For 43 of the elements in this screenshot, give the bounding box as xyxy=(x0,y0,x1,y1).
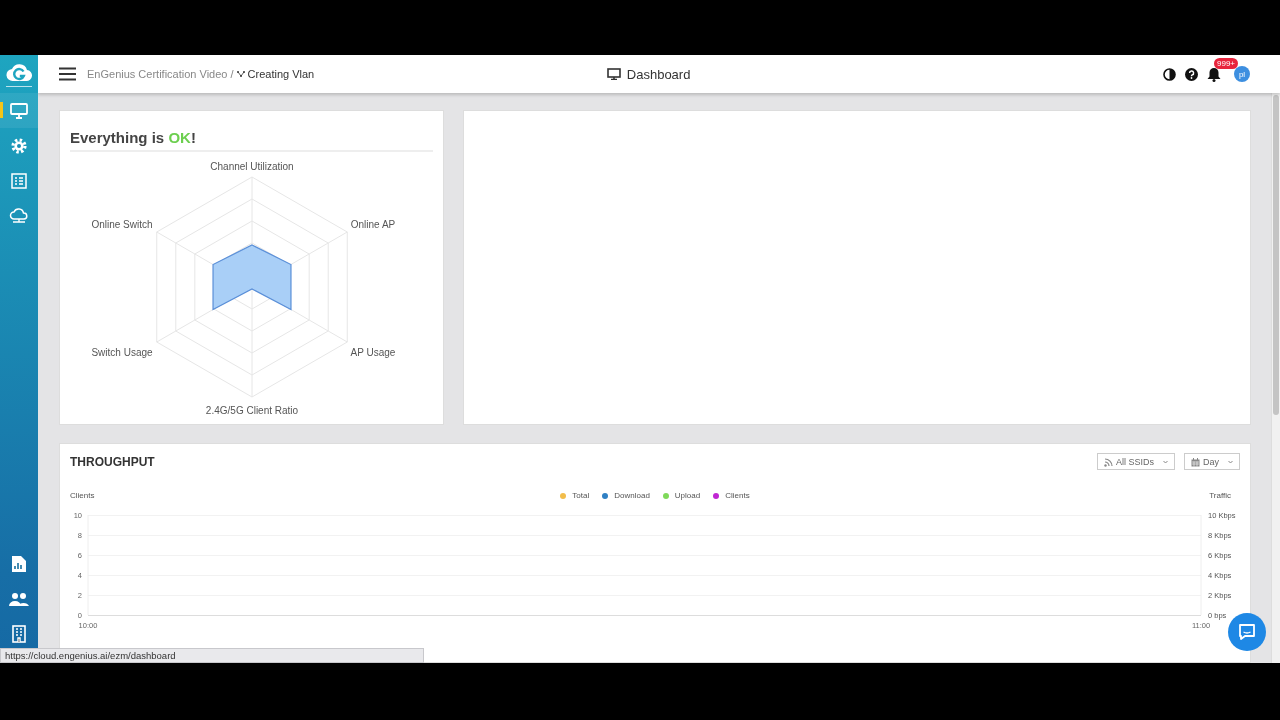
cloud-network-icon xyxy=(9,207,29,224)
axis-label: 2.4G/5G Client Ratio xyxy=(205,404,299,416)
contrast-icon[interactable] xyxy=(1163,67,1176,81)
topology-icon xyxy=(236,71,245,77)
filter-dropdown[interactable]: Day xyxy=(1184,453,1240,470)
chevron-icon xyxy=(1228,460,1233,464)
axis-title: Clients xyxy=(70,491,95,500)
monitor-icon xyxy=(10,102,28,119)
chat-icon xyxy=(1238,624,1256,640)
chevron-icon xyxy=(1163,460,1168,464)
sidebar-item[interactable] xyxy=(0,93,38,128)
cloud-logo-icon[interactable] xyxy=(6,61,32,83)
axis-label: Online Switch xyxy=(91,218,153,230)
notification-bell-icon[interactable] xyxy=(1207,66,1221,82)
axis-label: Online AP xyxy=(350,218,396,230)
page-title: Dashboard xyxy=(626,66,691,82)
breadcrumb-current: Creating Vlan xyxy=(247,68,315,80)
building-icon xyxy=(11,624,27,643)
axis-label: AP Usage xyxy=(350,346,396,358)
monitor-icon xyxy=(606,68,621,80)
gear-icon xyxy=(10,136,28,155)
calendar-icon xyxy=(1191,457,1200,467)
help-icon[interactable] xyxy=(1185,67,1198,81)
status-url-tooltip: https://cloud.engenius.ai/ezm/dashboard xyxy=(0,648,424,663)
axis-label: Switch Usage xyxy=(91,346,153,358)
axis-label: Channel Utilization xyxy=(210,160,294,172)
axis-title: Traffic xyxy=(1209,491,1231,500)
status-heading: Everything is OK! xyxy=(70,129,196,146)
menu-icon[interactable] xyxy=(59,67,76,81)
rss-icon xyxy=(1103,457,1113,467)
filter-dropdown[interactable]: All SSIDs xyxy=(1096,453,1175,470)
users-icon xyxy=(9,590,29,607)
section-title: THROUGHPUT xyxy=(70,454,156,469)
legend-label[interactable]: Download xyxy=(614,491,650,500)
report-icon xyxy=(11,554,27,573)
notification-count: 999+ xyxy=(1214,57,1239,69)
legend-label[interactable]: Total xyxy=(572,491,590,500)
breadcrumb-link[interactable]: EnGenius Certification Video / xyxy=(87,68,234,80)
document-list-icon xyxy=(11,172,27,189)
legend-label[interactable]: Upload xyxy=(674,491,701,500)
legend-label[interactable]: Clients xyxy=(725,491,750,500)
chat-button[interactable] xyxy=(1228,613,1266,651)
scrollbar-thumb[interactable] xyxy=(1273,95,1279,415)
